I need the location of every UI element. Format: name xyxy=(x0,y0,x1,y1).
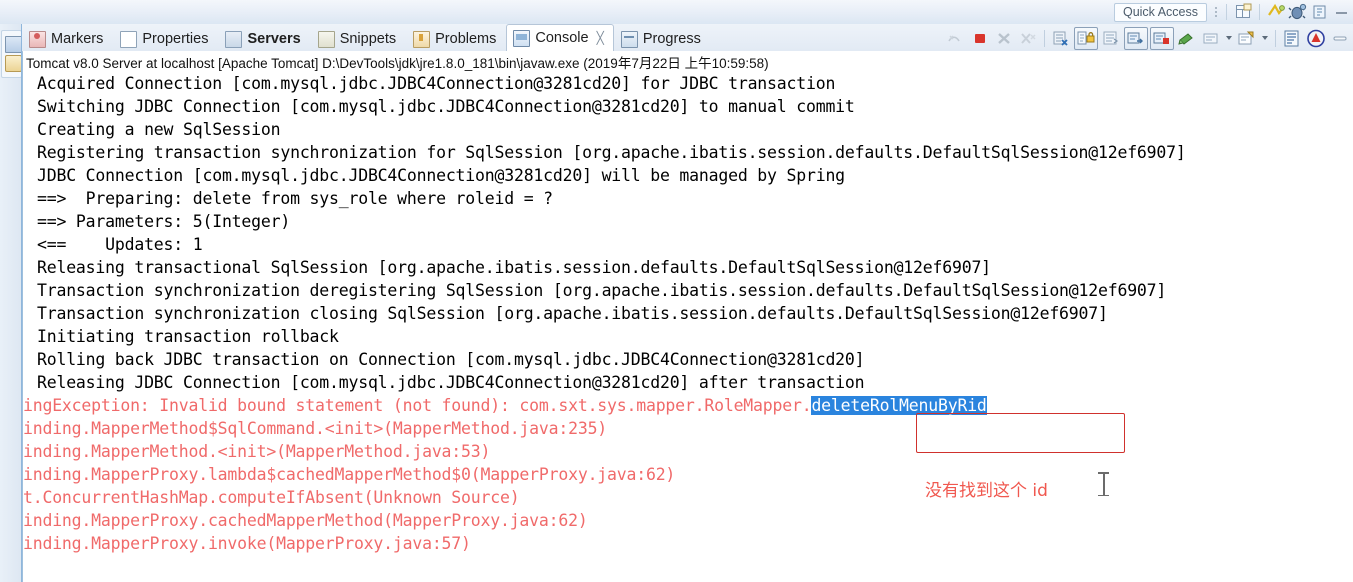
tab-progress[interactable]: Progress xyxy=(614,26,711,51)
console-line: inding.MapperProxy.lambda$cachedMapperMe… xyxy=(23,465,676,484)
display-console-dropdown-icon[interactable] xyxy=(1226,36,1232,40)
selected-text[interactable]: deleteRolMenuByRid xyxy=(811,396,987,415)
toolbar-separator xyxy=(1044,29,1045,47)
snippets-icon xyxy=(317,30,335,48)
debug-perspective-icon[interactable] xyxy=(1288,3,1308,21)
toolbar-separator xyxy=(1226,4,1227,20)
terminate-icon[interactable] xyxy=(969,28,991,49)
minimize-view-icon[interactable] xyxy=(1329,28,1351,49)
java-perspective-icon[interactable] xyxy=(1310,3,1330,21)
toolbar-drag-handle[interactable] xyxy=(1211,3,1221,21)
console-line: Switching JDBC Connection [com.mysql.jdb… xyxy=(37,97,855,116)
perspective-add-icon[interactable] xyxy=(1233,3,1253,21)
toolbar-separator xyxy=(1259,4,1260,20)
console-line: inding.MapperProxy.cachedMapperMethod(Ma… xyxy=(23,511,588,530)
problems-icon xyxy=(413,30,431,48)
tab-label: Properties xyxy=(142,31,209,47)
tab-label: Progress xyxy=(642,31,701,47)
left-view-strip xyxy=(0,24,23,582)
tab-label: Markers xyxy=(51,31,104,47)
console-line: inding.MapperProxy.invoke(MapperProxy.ja… xyxy=(23,534,471,553)
pin-console-icon[interactable] xyxy=(1176,28,1198,49)
remove-all-launches-icon[interactable] xyxy=(1017,28,1039,49)
console-toolbar xyxy=(945,26,1351,50)
tab-label: Problems xyxy=(435,31,497,47)
quick-access-label: Quick Access xyxy=(1122,5,1198,19)
console-line: <== Updates: 1 xyxy=(37,235,203,254)
console-line: t.ConcurrentHashMap.computeIfAbsent(Unkn… xyxy=(23,488,520,507)
scroll-lock-icon[interactable] xyxy=(1074,26,1098,50)
console-line: Transaction synchronization deregisterin… xyxy=(37,281,1167,300)
tab-snippets[interactable]: Snippets xyxy=(311,26,406,51)
tomcat-icon[interactable] xyxy=(1305,28,1327,49)
console-line: JDBC Connection [com.mysql.jdbc.JDBC4Con… xyxy=(37,166,845,185)
close-icon[interactable]: ╳ xyxy=(597,31,604,45)
quick-access-bar: Quick Access xyxy=(0,0,1353,25)
console-line: Creating a new SqlSession xyxy=(37,120,281,139)
remove-launch-icon[interactable] xyxy=(993,28,1015,49)
left-strip-group xyxy=(1,30,22,78)
console-line: inding.MapperMethod.<init>(MapperMethod.… xyxy=(23,442,491,461)
word-wrap-icon[interactable] xyxy=(1100,28,1122,49)
annotation-note: 没有找到这个 id xyxy=(925,481,1048,501)
tab-problems[interactable]: Problems xyxy=(406,26,506,51)
launch-configuration-text: Tomcat v8.0 Server at localhost [Apache … xyxy=(26,55,769,71)
tab-markers[interactable]: Markers xyxy=(22,26,113,51)
console-line: inding.MapperMethod$SqlCommand.<init>(Ma… xyxy=(23,419,608,438)
console-icon xyxy=(513,29,531,47)
console-line-text: ingException: Invalid bound statement (n… xyxy=(23,396,812,415)
toolbar-separator xyxy=(1275,29,1276,47)
servers-view-icon[interactable] xyxy=(5,55,22,72)
console-line: Rolling back JDBC transaction on Connect… xyxy=(37,350,865,369)
markers-icon xyxy=(29,30,46,48)
clear-console-icon[interactable] xyxy=(1050,28,1072,49)
quick-access-input[interactable]: Quick Access xyxy=(1113,2,1207,22)
tab-label: Snippets xyxy=(339,31,397,47)
console-line: ==> Preparing: delete from sys_role wher… xyxy=(37,189,553,208)
console-line: Releasing transactional SqlSession [org.… xyxy=(37,258,991,277)
servers-icon xyxy=(225,30,243,48)
console-line: ==> Parameters: 5(Integer) xyxy=(37,212,291,231)
console-line: Releasing JDBC Connection [com.mysql.jdb… xyxy=(37,373,865,392)
java-ee-perspective-icon[interactable] xyxy=(1266,3,1286,21)
console-line: Transaction synchronization closing SqlS… xyxy=(37,304,1108,323)
minimize-window-icon[interactable] xyxy=(1332,3,1352,21)
console-line: Acquired Connection [com.mysql.jdbc.JDBC… xyxy=(37,74,836,93)
show-console-on-output-icon[interactable] xyxy=(1124,26,1148,50)
progress-icon xyxy=(620,30,638,48)
show-console-on-error-icon[interactable] xyxy=(1150,26,1174,50)
strip-divider xyxy=(21,24,22,582)
tab-label: Console xyxy=(535,30,589,46)
console-line: Registering transaction synchronization … xyxy=(37,143,1186,162)
tab-properties[interactable]: Properties xyxy=(113,26,218,51)
open-console-dropdown-icon[interactable] xyxy=(1262,36,1268,40)
console-output-area[interactable]: Acquired Connection [com.mysql.jdbc.JDBC… xyxy=(23,72,1353,582)
terminate-all-icon[interactable] xyxy=(945,28,967,49)
tab-servers[interactable]: Servers xyxy=(218,26,310,51)
eclipse-console-window: Quick Access Markers Properties Servers … xyxy=(0,0,1353,582)
tab-console[interactable]: Console ╳ xyxy=(506,24,614,51)
text-cursor-icon xyxy=(1098,472,1109,496)
display-selected-console-icon[interactable] xyxy=(1200,28,1222,49)
console-line: Initiating transaction rollback xyxy=(37,327,339,346)
tab-label: Servers xyxy=(247,31,301,47)
console-line: ingException: Invalid bound statement (n… xyxy=(23,394,1353,417)
launch-configuration-label: Tomcat v8.0 Server at localhost [Apache … xyxy=(23,51,1353,73)
properties-icon xyxy=(120,30,138,48)
open-console-icon[interactable] xyxy=(1236,28,1258,49)
package-explorer-icon[interactable] xyxy=(5,36,22,53)
view-menu-icon[interactable] xyxy=(1281,28,1303,49)
